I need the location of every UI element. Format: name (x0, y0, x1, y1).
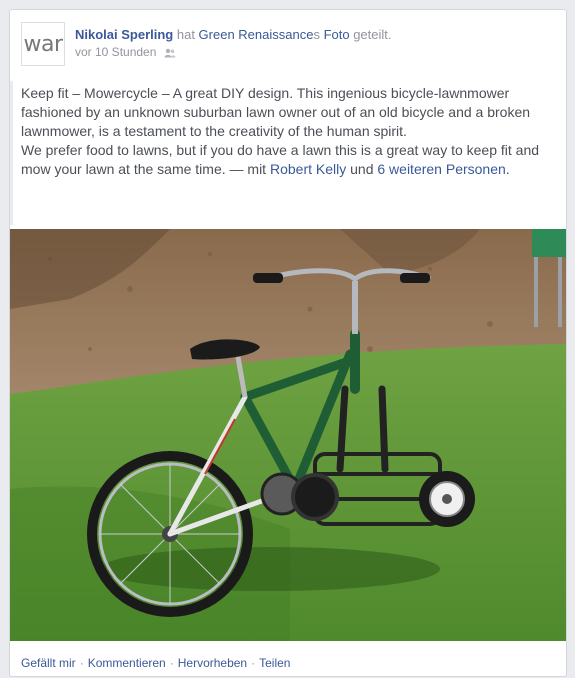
page-link[interactable]: Green Renaissance (199, 27, 314, 42)
highlight-link[interactable]: Hervorheben (178, 656, 247, 670)
header-verb-end: geteilt. (349, 27, 392, 42)
header-possessive: s (313, 27, 324, 42)
post-actions: Gefällt mir · Kommentieren · Hervorheben · Tei… (21, 656, 290, 670)
comment-link[interactable]: Kommentieren (88, 656, 166, 670)
share-link[interactable]: Teilen (259, 656, 290, 670)
photo-link[interactable]: Foto (324, 27, 350, 42)
timestamp-link[interactable]: vor 10 Stunden (75, 45, 156, 59)
tag-and: und (346, 161, 378, 177)
tagged-person-link[interactable]: Robert Kelly (270, 161, 346, 177)
separator: · (169, 656, 174, 670)
tag-end: . (505, 161, 510, 177)
like-link[interactable]: Gefällt mir (21, 656, 76, 670)
post-header: Nikolai Sperling hat Green Renaissances … (75, 27, 392, 42)
post-card: war Nikolai Sperling hat Green Renaissan… (9, 9, 567, 677)
header-verb: hat (173, 27, 199, 42)
post-photo[interactable] (10, 229, 566, 641)
avatar-text: war (23, 31, 63, 57)
author-link[interactable]: Nikolai Sperling (75, 27, 173, 42)
separator: · (251, 656, 256, 670)
mowercycle-photo (10, 229, 566, 641)
tagged-others-link[interactable]: 6 weiteren Personen (377, 161, 505, 177)
separator: · (79, 656, 84, 670)
avatar[interactable]: war (21, 22, 65, 66)
post-meta: vor 10 Stunden (75, 45, 176, 59)
post-text-line1: Keep fit – Mowercycle – A great DIY desi… (21, 85, 531, 139)
friends-icon[interactable] (164, 47, 176, 58)
text-divider (10, 81, 13, 225)
post-message: Keep fit – Mowercycle – A great DIY desi… (21, 84, 549, 179)
